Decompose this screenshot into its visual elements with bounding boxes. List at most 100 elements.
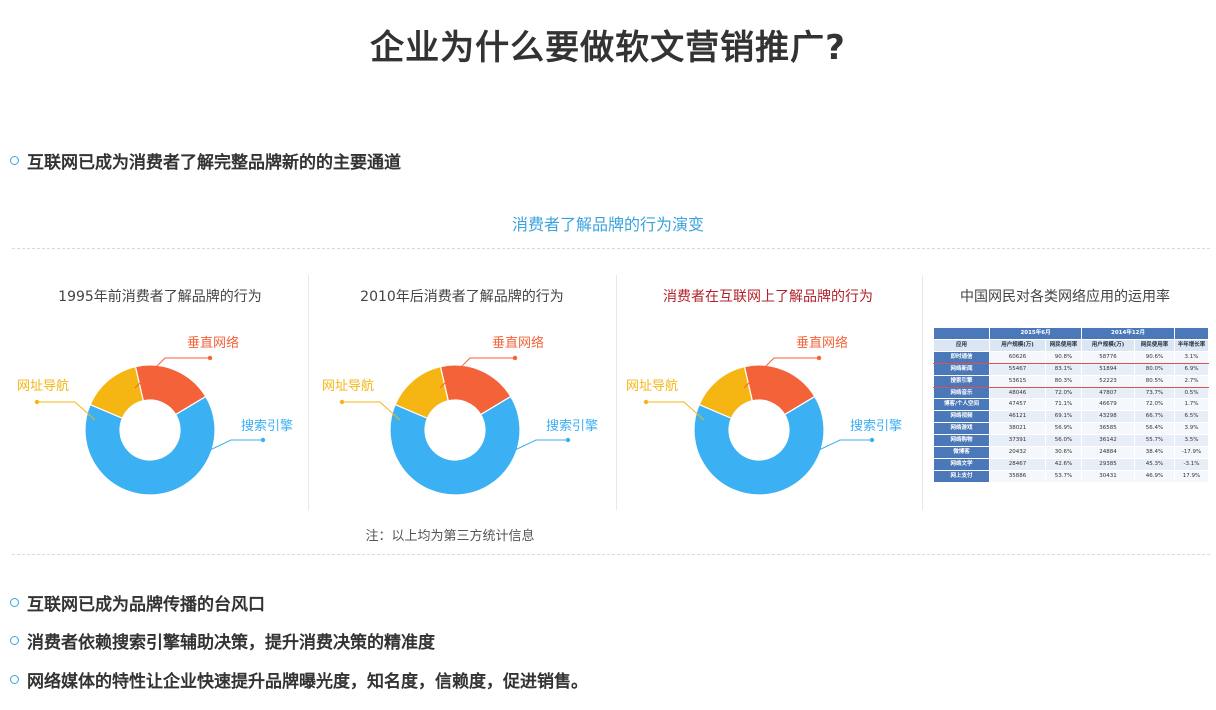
table-cell: 30.6% bbox=[1044, 446, 1083, 459]
leader-dot bbox=[816, 355, 822, 361]
table-cell: 80.5% bbox=[1134, 374, 1176, 388]
bullet-text: 网络媒体的特性让企业快速提升品牌曝光度，知名度，信赖度，促进销售。 bbox=[27, 672, 588, 692]
table-cell: 0.5% bbox=[1174, 386, 1210, 400]
table-cell: 80.3% bbox=[1044, 374, 1083, 388]
leader-dot bbox=[869, 437, 875, 443]
donut-slice bbox=[84, 395, 216, 496]
table-column-header: 用户规模(万) bbox=[1081, 338, 1136, 352]
table-cell: 72.0% bbox=[1044, 386, 1083, 400]
table-row-label: 网络新闻 bbox=[933, 362, 990, 376]
slice-label: 搜索引擎 bbox=[241, 419, 293, 434]
table-corner bbox=[1174, 327, 1210, 340]
table-row-label: 即时通信 bbox=[933, 350, 990, 364]
slice-label: 垂直网络 bbox=[492, 335, 544, 351]
table-cell: 69.1% bbox=[1044, 410, 1083, 424]
bullet-item: 消费者依赖搜索引擎辅助决策，提升消费决策的精准度 bbox=[10, 628, 435, 653]
table-row: 博客/个人空间 47457 71.1% 46679 72.0% 1.7% bbox=[933, 398, 1210, 412]
table-cell: 3.1% bbox=[1174, 350, 1210, 364]
donut-chart-internet: 垂直网络搜索引擎 网址导航 bbox=[626, 335, 902, 496]
leader-dot bbox=[512, 355, 518, 361]
slice-label: 搜索引擎 bbox=[546, 419, 598, 434]
table-cell: 20432 bbox=[989, 446, 1046, 459]
table-cell: 56.0% bbox=[1044, 434, 1083, 448]
table-cell: 46.9% bbox=[1134, 469, 1176, 483]
table-cell: 38021 bbox=[989, 422, 1046, 436]
leader-line bbox=[818, 439, 872, 451]
leader-line bbox=[209, 439, 263, 451]
table-cell: 55467 bbox=[989, 362, 1046, 376]
leader-dot bbox=[643, 399, 649, 405]
table-row: 网络游戏 38021 56.9% 36585 56.4% 3.9% bbox=[933, 422, 1210, 436]
table-cell: 90.6% bbox=[1134, 350, 1176, 364]
usage-table-grid: 2015年6月 2014年12月 应用 用户规模(万) 网民使用率 用户规模(万) 网民… bbox=[933, 327, 1210, 483]
footnote: 注：以上均为第三方统计信息 bbox=[365, 529, 535, 544]
bullet-text: 消费者依赖搜索引擎辅助决策，提升消费决策的精准度 bbox=[27, 633, 435, 653]
table-cell: 55.7% bbox=[1134, 434, 1176, 448]
panel-title: 2010年后消费者了解品牌的行为 bbox=[360, 289, 564, 305]
table-cell: 53615 bbox=[989, 374, 1046, 388]
table-row-label: 博客/个人空间 bbox=[933, 398, 990, 412]
table-cell: 24884 bbox=[1081, 446, 1136, 459]
table-cell: 36142 bbox=[1081, 434, 1136, 448]
leader-dot bbox=[565, 437, 571, 443]
table-period-header: 2014年12月 bbox=[1081, 327, 1176, 340]
table-cell: 36585 bbox=[1081, 422, 1136, 436]
table-row: 网络购物 37391 56.0% 36142 55.7% 3.5% bbox=[933, 434, 1210, 448]
table-cell: 37391 bbox=[989, 434, 1046, 448]
table-cell: 6.5% bbox=[1174, 410, 1210, 424]
table-cell: 51894 bbox=[1081, 362, 1136, 376]
table-column-header: 半年增长率 bbox=[1174, 338, 1210, 352]
table-cell: 35886 bbox=[989, 469, 1046, 483]
table-column-header: 网民使用率 bbox=[1134, 338, 1176, 352]
table-row: 网络音乐 48046 72.0% 47807 73.7% 0.5% bbox=[933, 386, 1210, 400]
section-caption: 消费者了解品牌的行为演变 bbox=[511, 215, 704, 234]
table-cell: 83.1% bbox=[1044, 362, 1083, 376]
bullet-circle-icon bbox=[10, 675, 19, 684]
table-cell: 56.4% bbox=[1134, 422, 1176, 436]
divider bbox=[12, 248, 1210, 249]
table-cell: 1.7% bbox=[1174, 398, 1210, 412]
table-row-label: 网络游戏 bbox=[933, 422, 990, 436]
table-cell: 43298 bbox=[1081, 410, 1136, 424]
slice-label: 网址导航 bbox=[17, 378, 69, 394]
table-cell: 42.6% bbox=[1044, 457, 1083, 471]
table-cell: 38.4% bbox=[1134, 446, 1176, 459]
leader-line bbox=[514, 439, 568, 451]
bullet-item: 互联网已成为消费者了解完整品牌新的的主要通道 bbox=[10, 148, 401, 173]
table-cell: -3.1% bbox=[1174, 457, 1210, 471]
table-row-label: 网络音乐 bbox=[933, 386, 990, 400]
bullet-text: 互联网已成为消费者了解完整品牌新的的主要通道 bbox=[27, 153, 401, 173]
leader-dot bbox=[207, 355, 213, 361]
leader-dot bbox=[260, 437, 266, 443]
table-cell: 72.0% bbox=[1134, 398, 1176, 412]
table-cell: 47457 bbox=[989, 398, 1046, 412]
panel-title: 消费者在互联网上了解品牌的行为 bbox=[663, 289, 873, 305]
divider bbox=[12, 554, 1210, 555]
slice-label: 垂直网络 bbox=[796, 335, 848, 351]
leader-dot bbox=[339, 399, 345, 405]
table-row: 网络视频 46121 69.1% 43298 66.7% 6.5% bbox=[933, 410, 1210, 424]
table-cell: 6.9% bbox=[1174, 362, 1210, 376]
table-cell: 28467 bbox=[989, 457, 1046, 471]
bullet-circle-icon bbox=[10, 598, 19, 607]
slice-label: 垂直网络 bbox=[187, 335, 239, 351]
table-column-header: 应用 bbox=[933, 338, 990, 352]
table-row-label: 搜索引擎 bbox=[933, 374, 990, 388]
bullet-item: 互联网已成为品牌传播的台风口 bbox=[10, 590, 265, 615]
table-cell: 29385 bbox=[1081, 457, 1136, 471]
bullet-circle-icon bbox=[10, 156, 19, 165]
divider bbox=[922, 275, 923, 510]
leader-dot bbox=[34, 399, 40, 405]
bullet-circle-icon bbox=[10, 636, 19, 645]
table-cell: 71.1% bbox=[1044, 398, 1083, 412]
table-cell: 45.3% bbox=[1134, 457, 1176, 471]
table-column-header: 网民使用率 bbox=[1044, 338, 1083, 352]
table-row-label: 网上支付 bbox=[933, 469, 990, 483]
donut-chart-2010: 垂直网络搜索引擎 网址导航 bbox=[322, 335, 598, 496]
panel-title: 中国网民对各类网络应用的运用率 bbox=[960, 289, 1170, 305]
table-row-label: 网络视频 bbox=[933, 410, 990, 424]
bullet-text: 互联网已成为品牌传播的台风口 bbox=[27, 595, 265, 615]
table-cell: 80.0% bbox=[1134, 362, 1176, 376]
table-cell: 60626 bbox=[989, 350, 1046, 364]
table-cell: 73.7% bbox=[1134, 386, 1176, 400]
